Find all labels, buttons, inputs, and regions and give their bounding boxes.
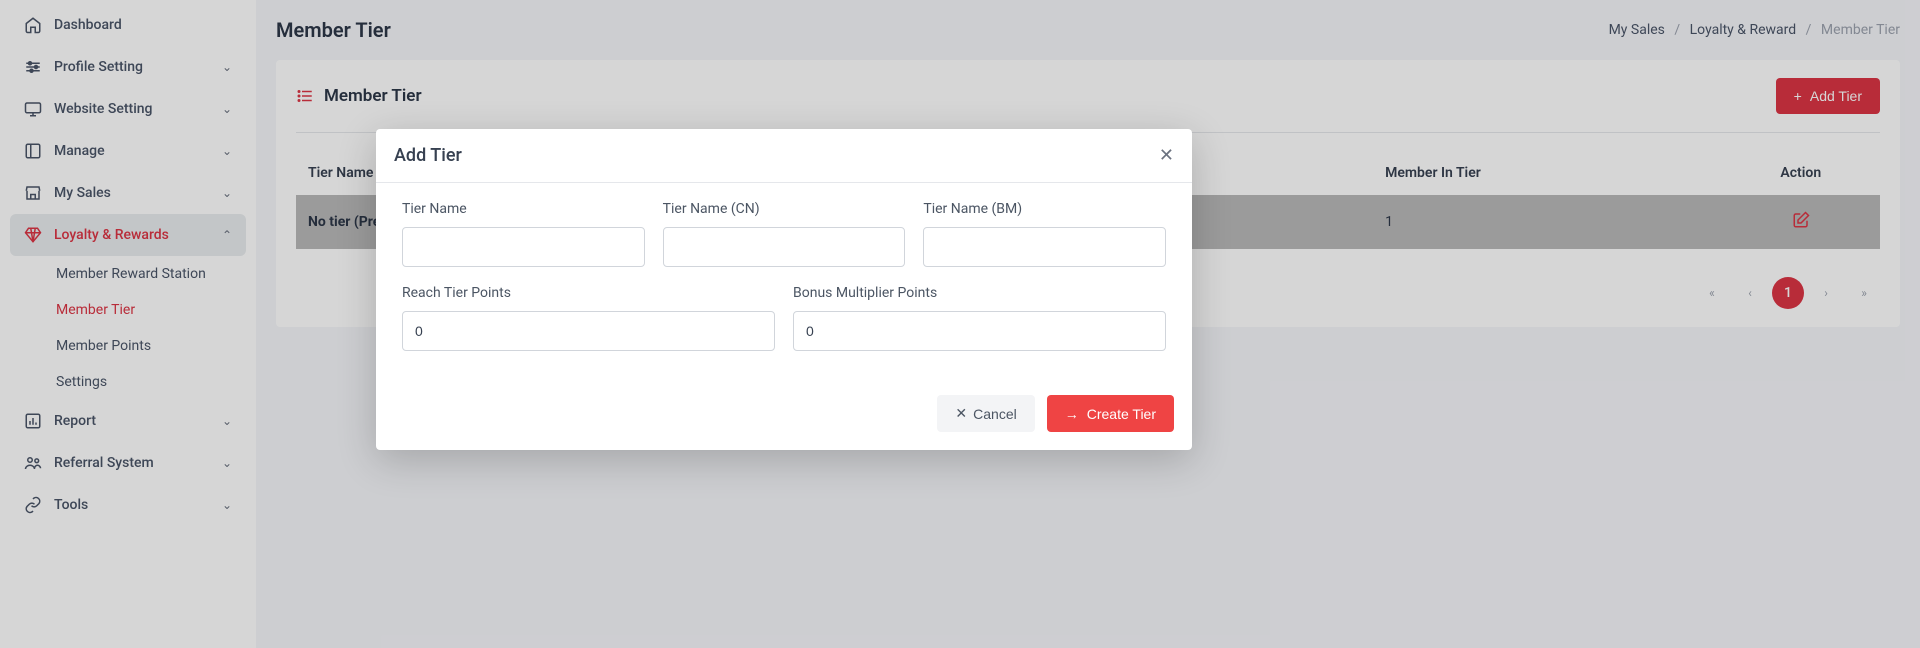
input-bonus-multiplier[interactable] <box>793 311 1166 351</box>
create-tier-button[interactable]: → Create Tier <box>1047 395 1174 432</box>
label-tier-name-bm: Tier Name (BM) <box>923 201 1166 217</box>
input-tier-name-cn[interactable] <box>663 227 906 267</box>
add-tier-modal: Add Tier ✕ Tier Name Tier Name (CN) Tier… <box>376 129 1192 450</box>
modal-header: Add Tier ✕ <box>376 129 1192 183</box>
close-icon[interactable]: ✕ <box>1159 145 1174 166</box>
cancel-button[interactable]: ✕ Cancel <box>937 395 1034 432</box>
input-tier-name-bm[interactable] <box>923 227 1166 267</box>
label-tier-name: Tier Name <box>402 201 645 217</box>
close-icon: ✕ <box>955 405 967 422</box>
modal-footer: ✕ Cancel → Create Tier <box>376 377 1192 450</box>
modal-body: Tier Name Tier Name (CN) Tier Name (BM) … <box>376 183 1192 377</box>
label-tier-name-cn: Tier Name (CN) <box>663 201 906 217</box>
label-reach-points: Reach Tier Points <box>402 285 775 301</box>
label-bonus-multiplier: Bonus Multiplier Points <box>793 285 1166 301</box>
input-tier-name[interactable] <box>402 227 645 267</box>
modal-title: Add Tier <box>394 145 462 166</box>
button-label: Create Tier <box>1087 406 1156 422</box>
input-reach-points[interactable] <box>402 311 775 351</box>
arrow-right-icon: → <box>1065 406 1079 422</box>
button-label: Cancel <box>973 406 1017 422</box>
